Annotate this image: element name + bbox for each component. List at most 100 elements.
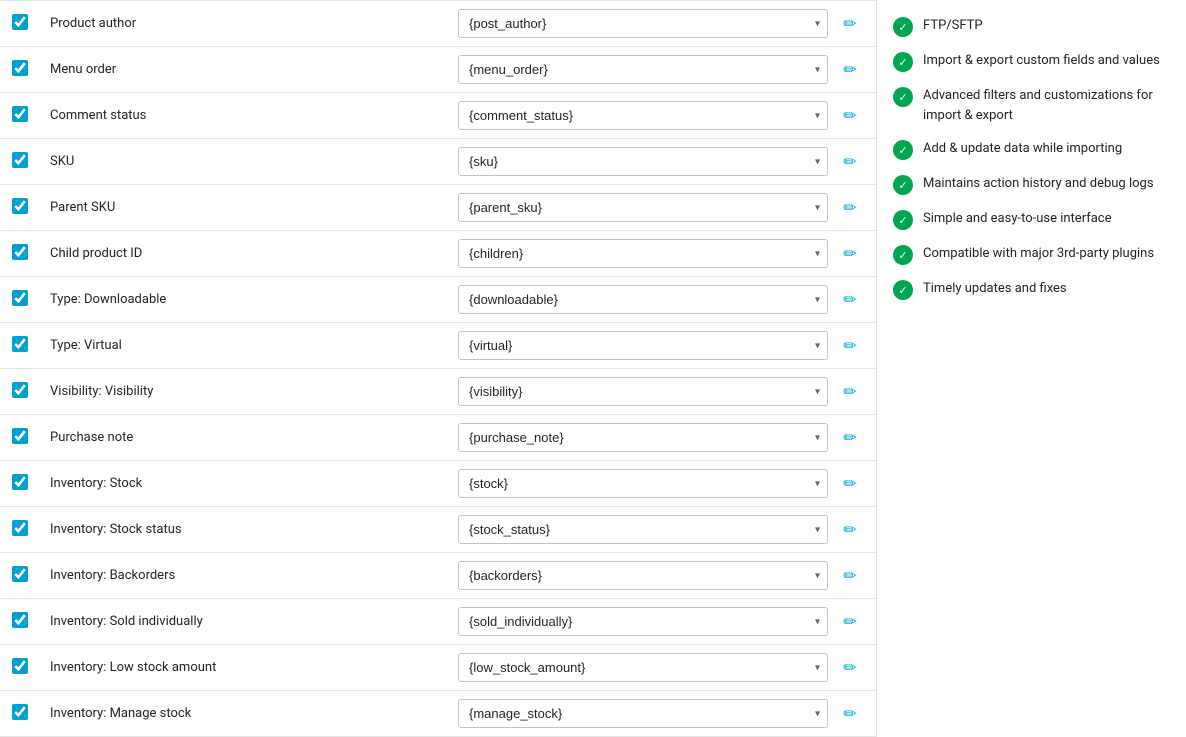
field-select-cell: {purchase_note}▾: [458, 423, 828, 452]
field-select[interactable]: {stock_status}: [458, 515, 828, 544]
field-label: Product author: [42, 16, 458, 31]
field-select[interactable]: {menu_order}: [458, 55, 828, 84]
field-label: Comment status: [42, 108, 458, 123]
field-label: Inventory: Sold individually: [42, 614, 458, 629]
edit-field-button[interactable]: ✏: [836, 424, 864, 452]
table-row: Menu order{menu_order}▾ ✏: [0, 47, 876, 93]
field-label: Type: Downloadable: [42, 292, 458, 307]
field-select[interactable]: {post_author}: [458, 9, 828, 38]
field-select[interactable]: {purchase_note}: [458, 423, 828, 452]
field-select[interactable]: {manage_stock}: [458, 699, 828, 728]
edit-field-button[interactable]: ✏: [836, 378, 864, 406]
field-select[interactable]: {virtual}: [458, 331, 828, 360]
edit-field-button[interactable]: ✏: [836, 56, 864, 84]
field-checkbox-cell: [12, 198, 42, 218]
field-checkbox[interactable]: [12, 152, 28, 168]
field-checkbox[interactable]: [12, 474, 28, 490]
feature-list: ✓FTP/SFTP✓Import & export custom fields …: [893, 16, 1170, 300]
table-row: Visibility: Visibility{visibility}▾✏: [0, 369, 876, 415]
field-checkbox[interactable]: [12, 244, 28, 260]
field-mapping-table: Product author{post_author}▾✏Menu order{…: [0, 0, 876, 737]
field-checkbox-cell: [12, 336, 42, 356]
pencil-icon: ✏: [843, 198, 856, 218]
edit-field-button[interactable]: ✏: [836, 194, 864, 222]
pencil-icon: ✏: [843, 704, 856, 724]
pencil-icon: ✏: [843, 60, 856, 80]
edit-field-button[interactable]: ✏: [836, 240, 864, 268]
field-label: Inventory: Stock status: [42, 522, 458, 537]
field-label: Inventory: Stock: [42, 476, 458, 491]
field-checkbox[interactable]: [12, 520, 28, 536]
table-row: Comment status{comment_status}▾✏: [0, 93, 876, 139]
table-row: Inventory: Low stock amount{low_stock_am…: [0, 645, 876, 691]
field-select-cell: {parent_sku}▾: [458, 193, 828, 222]
edit-field-button[interactable]: ✏: [836, 470, 864, 498]
check-circle-icon: ✓: [893, 17, 913, 37]
feature-text: Add & update data while importing: [923, 139, 1122, 159]
check-circle-icon: ✓: [893, 210, 913, 230]
field-select[interactable]: {downloadable}: [458, 285, 828, 314]
pencil-icon: ✏: [843, 566, 856, 586]
field-checkbox[interactable]: [12, 336, 28, 352]
field-label: Menu order: [42, 62, 458, 77]
edit-field-button[interactable]: ✏: [836, 286, 864, 314]
field-checkbox[interactable]: [12, 106, 28, 122]
pencil-icon: ✏: [843, 14, 856, 34]
edit-field-button[interactable]: ✏: [836, 332, 864, 360]
field-select[interactable]: {sold_individually}: [458, 607, 828, 636]
field-select[interactable]: {visibility}: [458, 377, 828, 406]
field-checkbox-cell: [12, 382, 42, 402]
field-label: Child product ID: [42, 246, 458, 261]
field-select[interactable]: {low_stock_amount}: [458, 653, 828, 682]
field-select-cell: {manage_stock}▾: [458, 699, 828, 728]
table-row: SKU{sku}▾✏: [0, 139, 876, 185]
feature-item: ✓Advanced filters and customizations for…: [893, 86, 1170, 125]
field-checkbox-cell: [12, 474, 42, 494]
pencil-icon: ✏: [843, 290, 856, 310]
field-select[interactable]: {backorders}: [458, 561, 828, 590]
field-label: Visibility: Visibility: [42, 384, 458, 399]
feature-item: ✓ Add & update data while importing: [893, 139, 1170, 160]
field-checkbox-cell: [12, 612, 42, 632]
field-select[interactable]: {children}: [458, 239, 828, 268]
field-checkbox[interactable]: [12, 198, 28, 214]
edit-field-button[interactable]: ✏: [836, 516, 864, 544]
edit-field-button[interactable]: ✏: [836, 148, 864, 176]
table-row: Inventory: Stock status{stock_status}▾✏: [0, 507, 876, 553]
field-label: Type: Virtual: [42, 338, 458, 353]
field-select[interactable]: {sku}: [458, 147, 828, 176]
edit-field-button[interactable]: ✏: [836, 102, 864, 130]
field-checkbox[interactable]: [12, 60, 28, 76]
field-checkbox-cell: [12, 244, 42, 264]
field-checkbox[interactable]: [12, 14, 28, 30]
field-select-cell: {menu_order}▾: [458, 55, 828, 84]
feature-text: Compatible with major 3rd-party plugins: [923, 244, 1154, 264]
edit-field-button[interactable]: ✏: [836, 608, 864, 636]
check-circle-icon: ✓: [893, 245, 913, 265]
field-select-cell: {virtual}▾: [458, 331, 828, 360]
field-select-cell: {sku}▾: [458, 147, 828, 176]
field-checkbox-cell: [12, 60, 42, 80]
field-select[interactable]: {stock}: [458, 469, 828, 498]
feature-text: Advanced filters and customizations for …: [923, 86, 1170, 125]
field-checkbox[interactable]: [12, 704, 28, 720]
edit-field-button[interactable]: ✏: [836, 654, 864, 682]
field-checkbox[interactable]: [12, 382, 28, 398]
feature-item: ✓Maintains action history and debug logs: [893, 174, 1170, 195]
field-select[interactable]: {comment_status}: [458, 101, 828, 130]
field-label: Parent SKU: [42, 200, 458, 215]
field-select[interactable]: {parent_sku}: [458, 193, 828, 222]
field-checkbox[interactable]: [12, 290, 28, 306]
edit-field-button[interactable]: ✏: [836, 10, 864, 38]
field-label: Inventory: Manage stock: [42, 706, 458, 721]
field-checkbox-cell: [12, 428, 42, 448]
check-circle-icon: ✓: [893, 140, 913, 160]
pencil-icon: ✏: [843, 336, 856, 356]
field-checkbox[interactable]: [12, 658, 28, 674]
field-select-cell: {sold_individually}▾: [458, 607, 828, 636]
field-checkbox[interactable]: [12, 566, 28, 582]
field-checkbox[interactable]: [12, 612, 28, 628]
field-checkbox[interactable]: [12, 428, 28, 444]
edit-field-button[interactable]: ✏: [836, 700, 864, 728]
edit-field-button[interactable]: ✏: [836, 562, 864, 590]
